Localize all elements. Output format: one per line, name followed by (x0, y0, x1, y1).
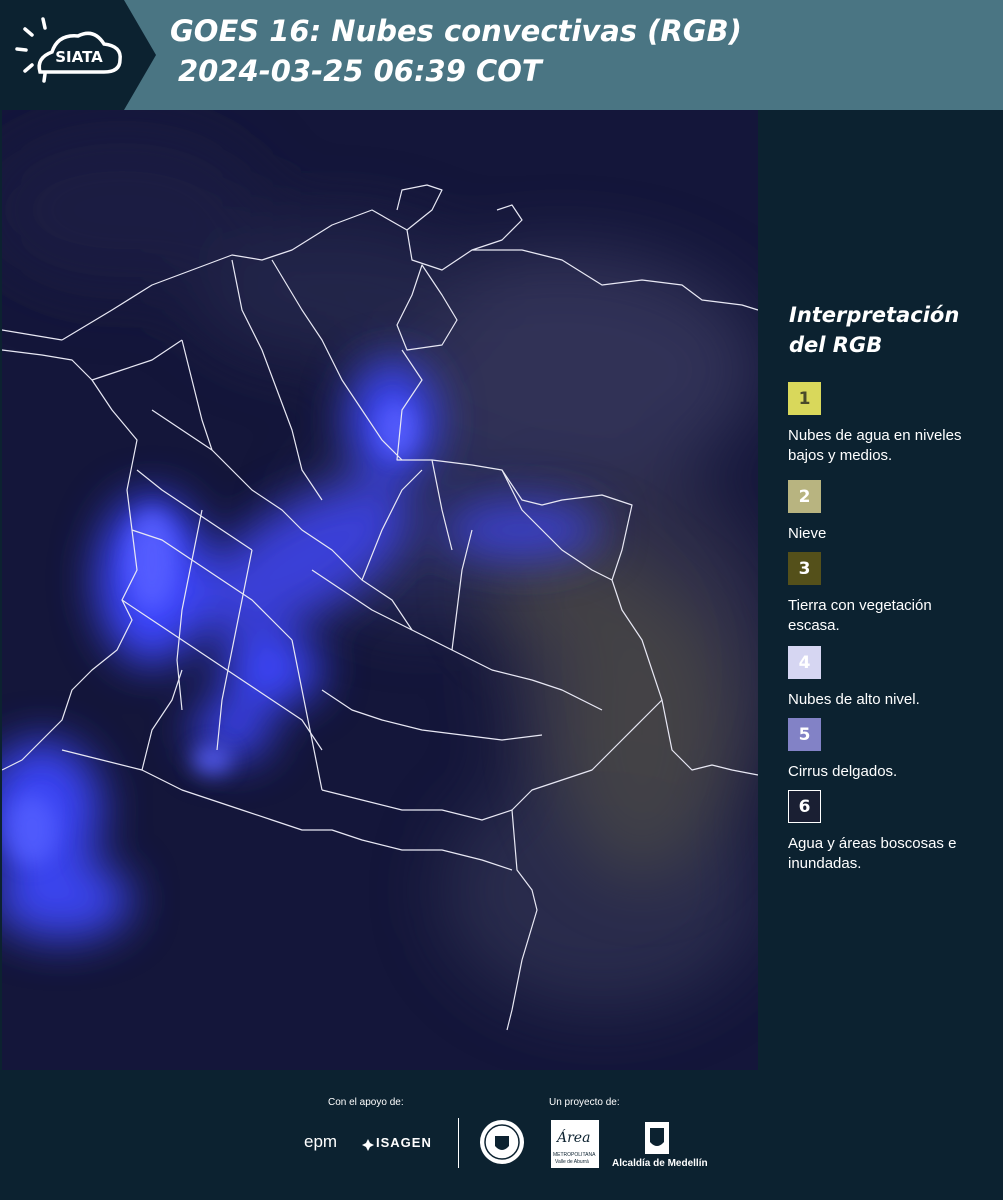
legend-item-6: 6 Agua y áreas boscosas e inundadas. (788, 790, 978, 874)
project-label: Un proyecto de: (549, 1097, 620, 1108)
medellin-seal-icon (478, 1118, 526, 1166)
legend-swatch-2: 2 (788, 480, 821, 513)
legend-swatch-6: 6 (788, 790, 821, 823)
siata-logo: SIATA (0, 0, 156, 110)
legend-label-5: Cirrus delgados. (788, 763, 898, 780)
page-title: GOES 16: Nubes convectivas (RGB) (170, 14, 742, 48)
support-label: Con el apoyo de: (328, 1097, 404, 1108)
legend-panel: Interpretación del RGB 1 Nubes de agua e… (759, 110, 1003, 1070)
legend-item-4: 4 Nubes de alto nivel. (788, 646, 978, 710)
footer: Con el apoyo de: Un proyecto de: epm ISA… (0, 1070, 1003, 1200)
legend-item-1: 1 Nubes de agua en niveles bajos y medio… (788, 382, 978, 466)
legend-label-6: Agua y áreas boscosas e inundadas. (788, 835, 957, 872)
siata-logo-text: SIATA (55, 48, 103, 66)
alcaldia-label: Alcaldía de Medellín (612, 1158, 708, 1169)
legend-item-3: 3 Tierra con vegetación escasa. (788, 552, 978, 636)
satellite-map (2, 110, 758, 1070)
legend-label-3: Tierra con vegetación escasa. (788, 597, 932, 634)
area-metropolitana-logo: Área METROPOLITANA Valle de Aburrá (551, 1120, 599, 1168)
legend-item-2: 2 Nieve (788, 480, 978, 544)
alcaldia-shield-icon (643, 1120, 671, 1156)
legend-label-4: Nubes de alto nivel. (788, 691, 920, 708)
legend-item-5: 5 Cirrus delgados. (788, 718, 978, 782)
page-timestamp: 2024-03-25 06:39 COT (178, 54, 542, 88)
isagen-mark-icon (362, 1136, 374, 1151)
legend-swatch-5: 5 (788, 718, 821, 751)
epm-logo: epm (304, 1132, 338, 1151)
legend-swatch-1: 1 (788, 382, 821, 415)
legend-title: Interpretación del RGB (789, 303, 960, 357)
isagen-logo: ISAGEN (376, 1135, 432, 1150)
footer-divider (458, 1118, 459, 1168)
legend-label-2: Nieve (788, 525, 827, 542)
legend-swatch-4: 4 (788, 646, 821, 679)
header-bar: SIATA GOES 16: Nubes convectivas (RGB) 2… (0, 0, 1003, 110)
legend-label-1: Nubes de agua en niveles bajos y medios. (788, 427, 962, 464)
legend-swatch-3: 3 (788, 552, 821, 585)
